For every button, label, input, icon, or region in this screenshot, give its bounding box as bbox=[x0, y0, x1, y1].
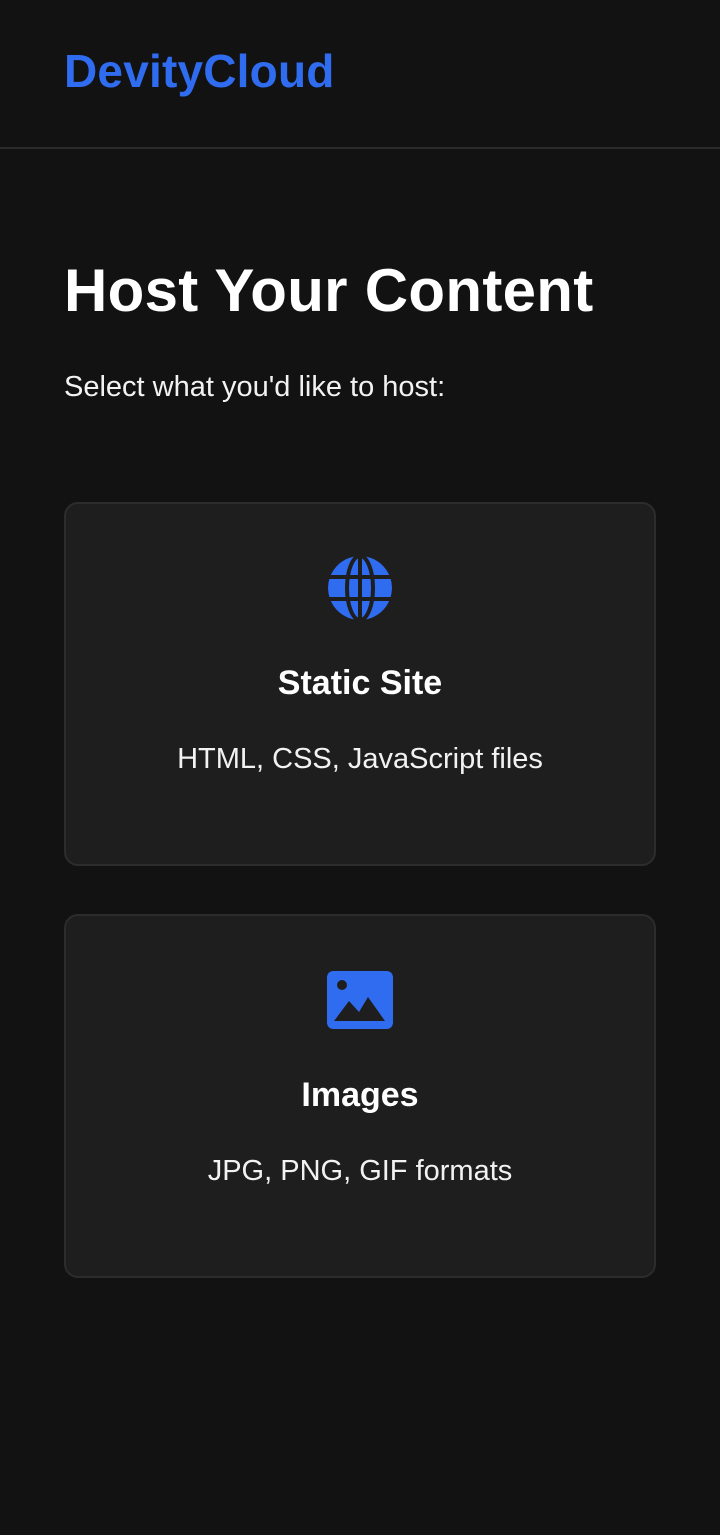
option-title: Static Site bbox=[277, 664, 443, 702]
option-description: JPG, PNG, GIF formats bbox=[207, 1155, 513, 1187]
page-subtitle: Select what you'd like to host: bbox=[64, 371, 446, 403]
brand-logo[interactable]: DevityCloud bbox=[64, 44, 335, 98]
page-title: Host Your Content bbox=[64, 257, 594, 324]
hosting-options: Static Site HTML, CSS, JavaScript files … bbox=[64, 502, 656, 1278]
option-title: Images bbox=[301, 1076, 419, 1114]
option-card-images[interactable]: Images JPG, PNG, GIF formats bbox=[64, 914, 656, 1278]
globe-icon bbox=[326, 554, 394, 622]
option-card-static-site[interactable]: Static Site HTML, CSS, JavaScript files bbox=[64, 502, 656, 866]
app-header: DevityCloud bbox=[0, 0, 720, 149]
option-description: HTML, CSS, JavaScript files bbox=[177, 743, 543, 775]
main-content: Host Your Content Select what you'd like… bbox=[0, 261, 720, 1278]
image-icon bbox=[326, 966, 394, 1034]
